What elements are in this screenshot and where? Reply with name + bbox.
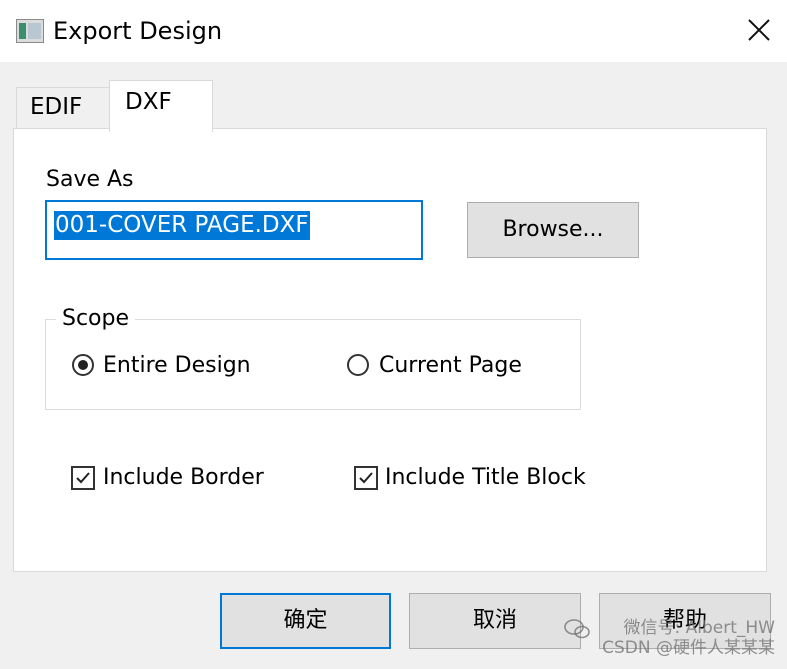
save-as-label: Save As: [46, 167, 134, 192]
wechat-icon: [564, 619, 590, 639]
tab-edif-label: EDIF: [30, 94, 83, 120]
browse-button[interactable]: Browse...: [467, 202, 639, 258]
radio-selected-dot: [78, 360, 88, 370]
title-bar: Export Design: [0, 0, 787, 62]
close-icon: [748, 19, 770, 41]
checkmark-icon: [76, 472, 90, 484]
watermark-line1: 微信号: Albert_HW: [623, 618, 775, 638]
checkbox-include-border-label[interactable]: Include Border: [103, 464, 264, 492]
checkbox-include-title-block[interactable]: [354, 466, 378, 490]
window-title: Export Design: [53, 17, 223, 45]
save-as-input[interactable]: 001-COVER PAGE.DXF: [45, 200, 423, 260]
checkbox-include-title-block-label[interactable]: Include Title Block: [385, 464, 586, 492]
radio-current-page[interactable]: [347, 354, 369, 376]
close-button[interactable]: [731, 0, 787, 62]
tab-dxf[interactable]: DXF: [109, 80, 213, 132]
watermark-line2: CSDN @硬件人某某某: [602, 638, 775, 658]
watermark: 微信号: Albert_HW CSDN @硬件人某某某: [602, 618, 775, 658]
cancel-button[interactable]: 取消: [409, 593, 581, 649]
tab-edif[interactable]: EDIF: [16, 87, 110, 129]
app-window-icon: [16, 19, 44, 43]
radio-entire-design[interactable]: [72, 354, 94, 376]
checkmark-icon: [359, 472, 373, 484]
radio-entire-design-label[interactable]: Entire Design: [103, 352, 251, 380]
ok-button[interactable]: 确定: [220, 593, 391, 649]
checkbox-include-border[interactable]: [71, 466, 95, 490]
save-as-value: 001-COVER PAGE.DXF: [54, 211, 310, 240]
tab-dxf-label: DXF: [125, 89, 172, 115]
scope-title: Scope: [56, 305, 136, 333]
radio-current-page-label[interactable]: Current Page: [379, 352, 522, 380]
